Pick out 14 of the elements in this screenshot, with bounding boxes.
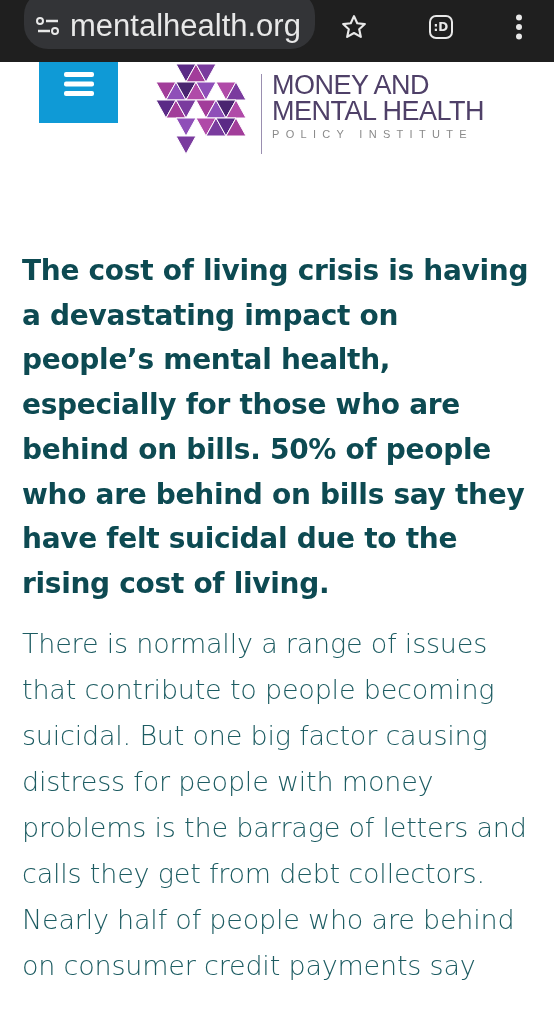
url-text: mentalhealth.org <box>70 8 301 44</box>
star-icon[interactable] <box>340 14 367 40</box>
article-paragraph: There is normally a range of issues that contribute to people becoming suicidal. But one big factor causing distress for people with money problems is the barrage of letters and calls they get from debt collectors. Nearly half of people who are behind on consumer credit payments say <box>22 626 528 983</box>
menu-button[interactable] <box>39 62 118 123</box>
logo-text: MONEY AND <box>272 72 431 98</box>
logo-icon <box>155 64 247 156</box>
tune-icon[interactable] <box>36 16 60 36</box>
logo-subtitle: POLICY INSTITUTE <box>272 128 474 140</box>
logo-text: MENTAL HEALTH <box>272 98 485 124</box>
more-icon[interactable] <box>514 14 523 40</box>
menu-icon <box>63 72 94 96</box>
tab-switcher-button[interactable]: :D <box>428 15 453 39</box>
article-heading: The cost of living crisis is having a devastating impact on people’s mental health, especially for those who are behind on bills. 50% of people who are behind on bills say they have felt suicidal due to the rising cost of living. <box>22 253 530 602</box>
address-bar[interactable]: mentalhealth.org <box>24 0 315 49</box>
